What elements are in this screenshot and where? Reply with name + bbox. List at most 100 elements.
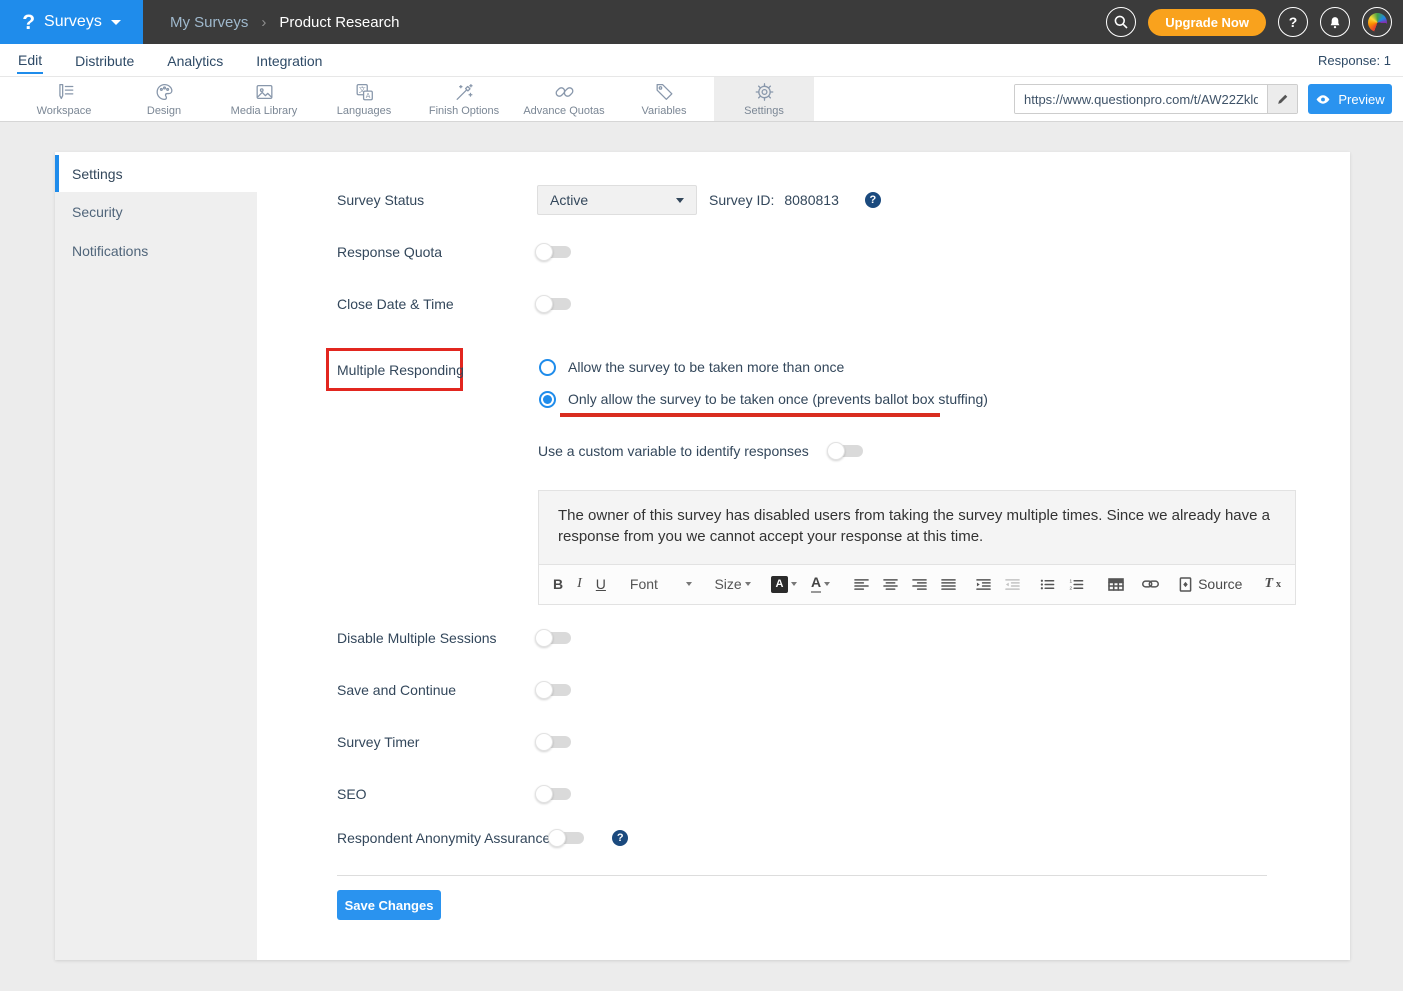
tab-integration[interactable]: Integration	[255, 47, 323, 73]
survey-timer-label: Survey Timer	[337, 734, 537, 750]
sidebar-item-settings[interactable]: Settings	[55, 155, 257, 192]
survey-timer-toggle[interactable]	[537, 736, 571, 748]
radio-only-once[interactable]	[539, 391, 556, 408]
custom-variable-label: Use a custom variable to identify respon…	[538, 443, 809, 459]
edit-toolbar: Workspace Design Media Library 文 A Langu…	[0, 77, 1403, 122]
survey-status-select[interactable]: Active	[537, 185, 697, 215]
custom-variable-toggle[interactable]	[829, 445, 863, 457]
tool-settings[interactable]: Settings	[714, 77, 814, 121]
seo-row: SEO	[337, 785, 571, 803]
help-button[interactable]: ?	[1278, 7, 1308, 37]
respondent-anonymity-help-icon[interactable]: ?	[612, 830, 628, 846]
editor-toolbar: B I U Font Size A A	[539, 564, 1295, 604]
tool-finish-options[interactable]: Finish Options	[414, 77, 514, 121]
outdent-button[interactable]	[1005, 578, 1020, 591]
bullet-list-icon	[1040, 578, 1055, 591]
tab-distribute[interactable]: Distribute	[74, 47, 135, 73]
radio-allow-more-than-once-label: Allow the survey to be taken more than o…	[568, 359, 844, 375]
survey-timer-row: Survey Timer	[337, 733, 571, 751]
sidebar-item-notifications[interactable]: Notifications	[55, 231, 257, 270]
tab-analytics[interactable]: Analytics	[166, 47, 224, 73]
response-count: Response: 1	[1318, 53, 1391, 68]
close-date-toggle[interactable]	[537, 298, 571, 310]
bold-button[interactable]: B	[553, 576, 563, 592]
disabled-message-editor: The owner of this survey has disabled us…	[538, 490, 1296, 605]
align-right-button[interactable]	[912, 578, 927, 591]
search-button[interactable]	[1106, 7, 1136, 37]
tool-variables[interactable]: Variables	[614, 77, 714, 121]
chevron-down-icon	[745, 582, 751, 586]
notifications-button[interactable]	[1320, 7, 1350, 37]
save-changes-button[interactable]: Save Changes	[337, 890, 441, 920]
app-switcher[interactable]: ? Surveys	[0, 0, 143, 44]
save-and-continue-label: Save and Continue	[337, 682, 537, 698]
italic-button[interactable]: I	[577, 576, 582, 592]
save-and-continue-toggle[interactable]	[537, 684, 571, 696]
align-center-icon	[883, 578, 898, 591]
edit-url-button[interactable]	[1267, 85, 1297, 113]
palette-icon	[153, 81, 176, 103]
survey-url-group: Preview	[1014, 77, 1392, 121]
radio-only-once-label: Only allow the survey to be taken once (…	[568, 391, 988, 407]
tool-advance-quotas[interactable]: Advance Quotas	[514, 77, 614, 121]
save-and-continue-row: Save and Continue	[337, 681, 571, 699]
chevron-down-icon	[676, 198, 684, 203]
translate-icon: 文 A	[353, 81, 376, 103]
align-justify-button[interactable]	[941, 578, 956, 591]
chevron-down-icon	[791, 582, 797, 586]
seo-label: SEO	[337, 786, 537, 802]
user-avatar[interactable]	[1362, 7, 1392, 37]
settings-sidebar: Settings Security Notifications	[55, 152, 257, 960]
tag-icon	[653, 81, 676, 103]
breadcrumb-separator-icon: ›	[261, 14, 266, 31]
response-quota-toggle[interactable]	[537, 246, 571, 258]
align-right-icon	[912, 578, 927, 591]
tool-languages[interactable]: 文 A Languages	[314, 77, 414, 121]
upgrade-now-button[interactable]: Upgrade Now	[1148, 9, 1266, 36]
gear-icon	[753, 81, 776, 103]
response-quota-label: Response Quota	[337, 244, 537, 260]
tool-design[interactable]: Design	[114, 77, 214, 121]
product-name: Surveys	[44, 13, 102, 31]
respondent-anonymity-row: Respondent Anonymity Assurance ?	[337, 829, 628, 847]
annotation-red-underline	[560, 413, 940, 417]
source-button[interactable]: Source	[1179, 576, 1242, 592]
indent-icon	[976, 578, 991, 591]
underline-button[interactable]: U	[596, 576, 606, 592]
align-left-button[interactable]	[854, 578, 869, 591]
align-justify-icon	[941, 578, 956, 591]
tool-workspace[interactable]: Workspace	[14, 77, 114, 121]
disable-multiple-sessions-row: Disable Multiple Sessions	[337, 629, 571, 647]
insert-link-button[interactable]	[1142, 579, 1159, 589]
remove-format-button[interactable]: Tx	[1264, 576, 1281, 592]
bullet-list-button[interactable]	[1040, 578, 1055, 591]
size-dropdown[interactable]: Size	[714, 576, 750, 592]
align-left-icon	[854, 578, 869, 591]
radio-row-multiple-allowed: Allow the survey to be taken more than o…	[539, 358, 844, 376]
custom-variable-row: Use a custom variable to identify respon…	[538, 442, 863, 460]
link-icon	[1142, 579, 1159, 589]
respondent-anonymity-toggle[interactable]	[550, 832, 584, 844]
chain-link-icon	[553, 81, 576, 103]
background-color-button[interactable]: A	[771, 576, 797, 593]
top-bar: ? Surveys My Surveys › Product Research …	[0, 0, 1403, 44]
survey-id-help-icon[interactable]: ?	[865, 192, 881, 208]
text-color-button[interactable]: A	[811, 575, 830, 592]
survey-url-input[interactable]	[1015, 85, 1267, 113]
outdent-icon	[1005, 578, 1020, 591]
disable-multiple-sessions-toggle[interactable]	[537, 632, 571, 644]
font-dropdown[interactable]: Font	[630, 576, 693, 592]
editor-message-area[interactable]: The owner of this survey has disabled us…	[539, 491, 1295, 564]
tab-edit[interactable]: Edit	[17, 46, 43, 74]
radio-allow-more-than-once[interactable]	[539, 359, 556, 376]
sidebar-item-security[interactable]: Security	[55, 192, 257, 231]
close-date-label: Close Date & Time	[337, 296, 537, 312]
numbered-list-button[interactable]: 12	[1069, 578, 1084, 591]
tool-media-library[interactable]: Media Library	[214, 77, 314, 121]
seo-toggle[interactable]	[537, 788, 571, 800]
align-center-button[interactable]	[883, 578, 898, 591]
preview-button[interactable]: Preview	[1308, 84, 1392, 114]
breadcrumb-my-surveys[interactable]: My Surveys	[170, 14, 248, 31]
indent-button[interactable]	[976, 578, 991, 591]
insert-table-button[interactable]	[1108, 578, 1124, 591]
